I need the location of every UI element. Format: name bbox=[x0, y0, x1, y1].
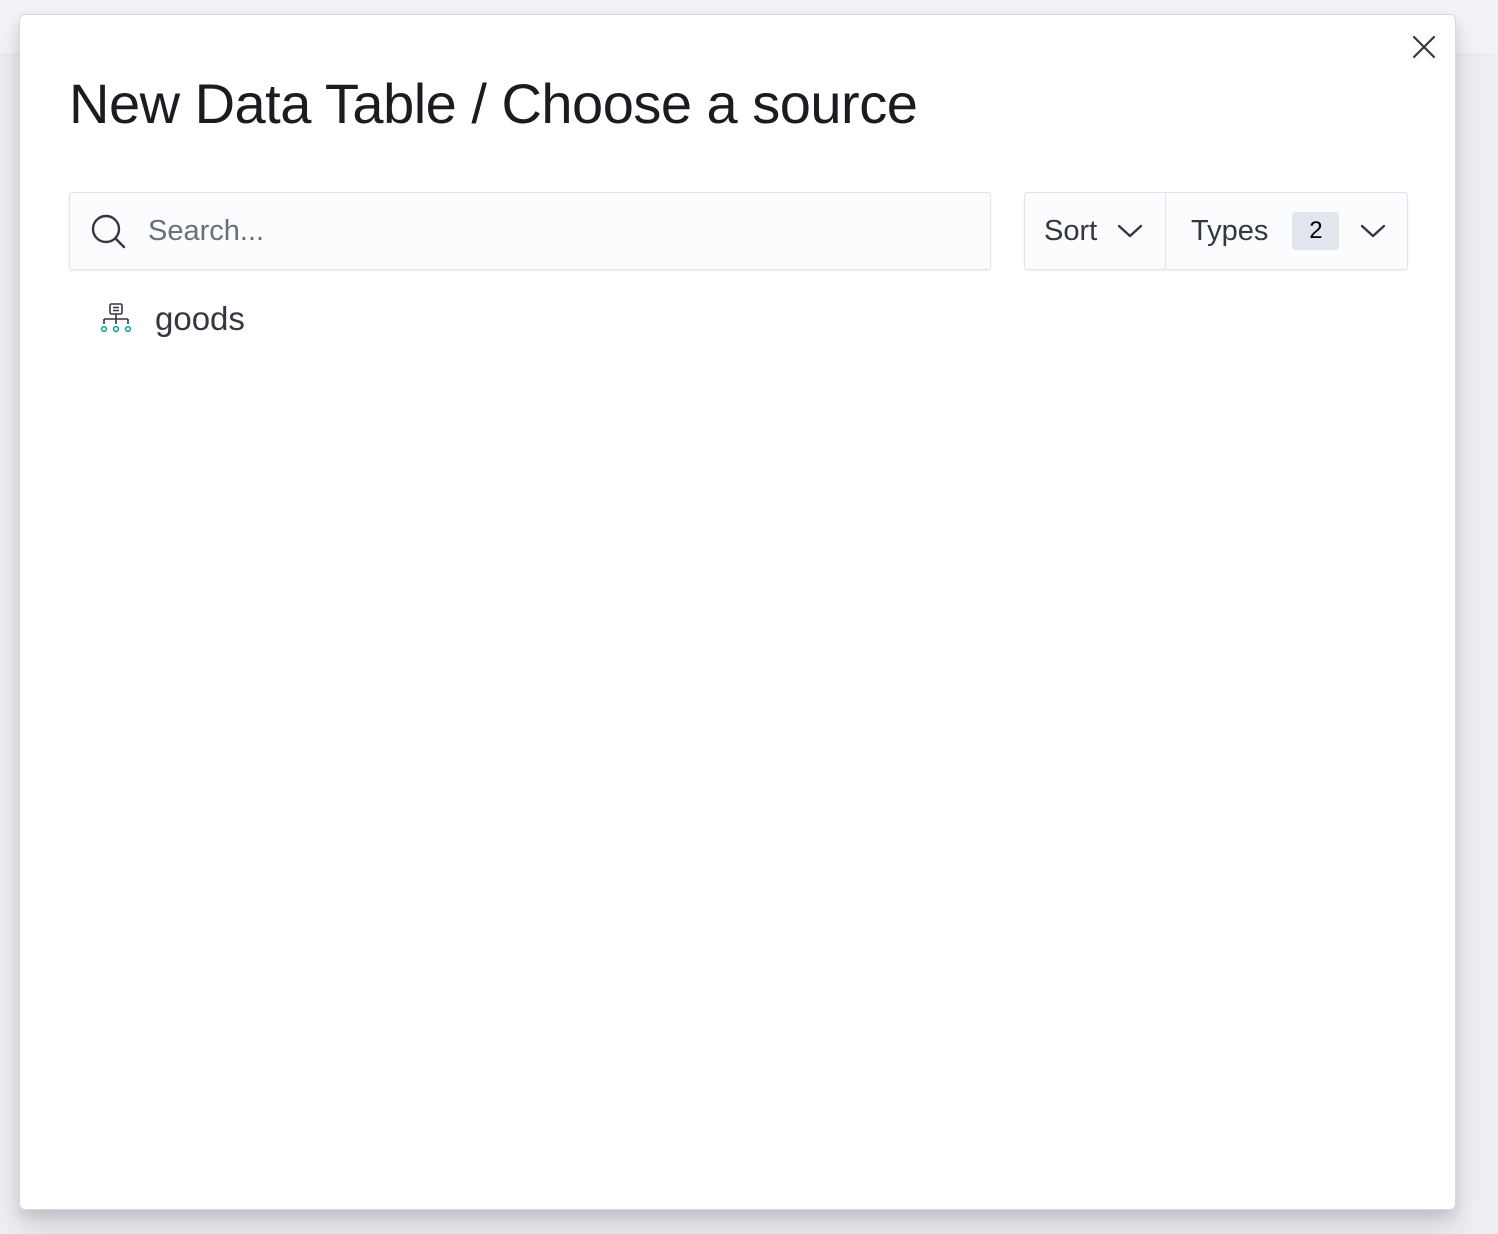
modal-title: New Data Table / Choose a source bbox=[69, 72, 918, 135]
choose-source-modal: New Data Table / Choose a source Sort Ty… bbox=[19, 14, 1456, 1210]
search-icon bbox=[91, 214, 126, 249]
list-item[interactable]: goods bbox=[69, 293, 1409, 345]
sort-button[interactable]: Sort bbox=[1025, 193, 1166, 269]
filter-group: Sort Types 2 bbox=[1024, 192, 1408, 270]
source-label: goods bbox=[155, 300, 245, 337]
types-label: Types bbox=[1191, 214, 1269, 247]
search-field[interactable] bbox=[69, 192, 991, 270]
close-button[interactable] bbox=[1408, 31, 1440, 63]
sort-label: Sort bbox=[1044, 214, 1098, 247]
types-filter-button[interactable]: Types 2 bbox=[1166, 193, 1407, 269]
source-list: goods bbox=[69, 293, 1409, 345]
chevron-down-icon bbox=[1361, 224, 1386, 238]
search-input[interactable] bbox=[148, 193, 968, 269]
close-icon bbox=[1412, 35, 1436, 59]
index-pattern-icon bbox=[100, 303, 132, 333]
chevron-down-icon bbox=[1117, 224, 1143, 238]
types-count-badge: 2 bbox=[1292, 212, 1340, 250]
